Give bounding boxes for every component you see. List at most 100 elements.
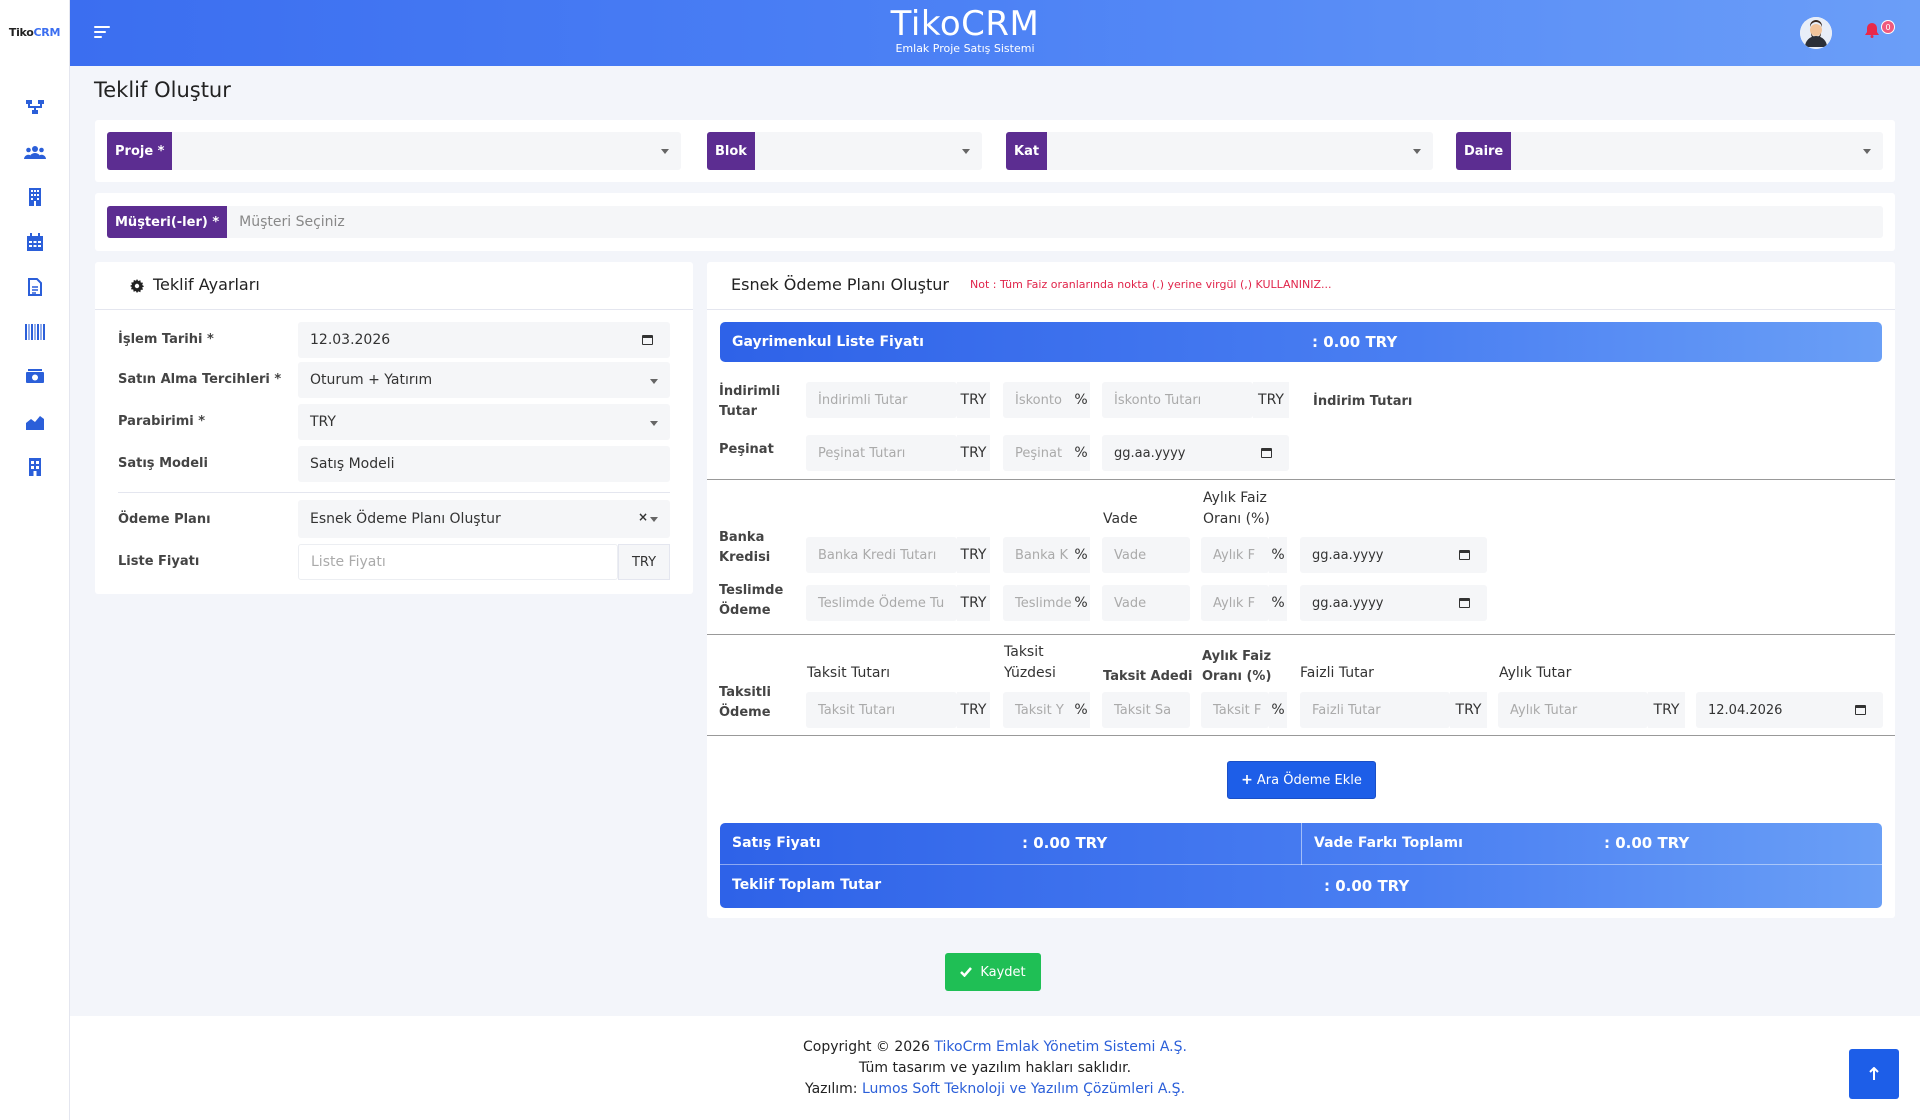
- brand-subtitle: Emlak Proje Satış Sistemi: [895, 42, 1035, 55]
- bell-icon[interactable]: [1864, 22, 1880, 42]
- tikocrm-link[interactable]: TikoCrm Emlak Yönetim Sistemi A.Ş.: [934, 1039, 1187, 1055]
- pesinat-date-input[interactable]: gg.aa.yyyy: [1102, 435, 1289, 471]
- sidebar-logo[interactable]: TikoCRM: [0, 0, 69, 65]
- vade-header: Vade: [1103, 511, 1138, 527]
- parabirimi-select[interactable]: TRY: [298, 404, 670, 440]
- toplam-value: : 0.00 TRY: [1324, 877, 1410, 895]
- calendar-icon[interactable]: [24, 232, 46, 252]
- money-icon[interactable]: [24, 367, 46, 387]
- iskonto-tutar-currency: TRY: [1253, 382, 1289, 418]
- iskonto-pct: %: [1072, 382, 1090, 418]
- faizli-tutar-currency: TRY: [1450, 692, 1487, 728]
- totals-divider: [1301, 823, 1302, 865]
- odeme-plani-label: Ödeme Planı: [118, 512, 211, 527]
- add-interim-payment-button[interactable]: + Ara Ödeme Ekle: [1227, 761, 1376, 799]
- calendar-icon[interactable]: [1459, 550, 1470, 560]
- taksit-adedi-input[interactable]: Taksit Sa: [1102, 692, 1190, 728]
- copyright-text: Copyright © 2026: [803, 1039, 935, 1055]
- liste-fiyati-placeholder: Liste Fiyatı: [311, 554, 386, 570]
- calendar-icon[interactable]: [1459, 598, 1470, 608]
- taksit-date-input[interactable]: 12.04.2026: [1696, 692, 1883, 728]
- scroll-top-button[interactable]: [1849, 1049, 1899, 1099]
- chevron-down-icon: [650, 379, 658, 384]
- calendar-icon[interactable]: [1261, 448, 1272, 458]
- building-icon[interactable]: [24, 187, 46, 207]
- calendar-icon[interactable]: [1855, 705, 1866, 715]
- chevron-down-icon: [1413, 149, 1421, 154]
- avatar[interactable]: [1800, 17, 1832, 49]
- faizli-tutar-input[interactable]: Faizli Tutar: [1300, 692, 1450, 728]
- customer-label: Müşteri(-ler) *: [107, 206, 228, 238]
- islem-tarihi-label: İşlem Tarihi *: [118, 332, 214, 347]
- daire-select[interactable]: Daire: [1456, 132, 1883, 170]
- sitemap-icon[interactable]: [24, 97, 46, 117]
- iskonto-tutar-input[interactable]: İskonto Tutarı: [1102, 382, 1253, 418]
- divider: [95, 309, 693, 310]
- calendar-icon[interactable]: [642, 335, 653, 345]
- teslimde-pct-input[interactable]: Teslimde: [1003, 585, 1074, 621]
- taksit-tutari-input[interactable]: Taksit Tutarı: [806, 692, 957, 728]
- aylik-faiz-header-2: Aylık Faiz Oranı (%): [1202, 649, 1272, 684]
- lumos-link[interactable]: Lumos Soft Teknoloji ve Yazılım Çözümler…: [862, 1081, 1185, 1097]
- pesinat-currency: TRY: [957, 435, 990, 471]
- satin-alma-select[interactable]: Oturum + Yatırım: [298, 362, 670, 398]
- divider: [707, 634, 1895, 635]
- kat-select[interactable]: Kat: [1006, 132, 1433, 170]
- teslimde-date-input[interactable]: gg.aa.yyyy: [1300, 585, 1487, 621]
- flex-plan-note: Not : Tüm Faiz oranlarında nokta (.) yer…: [970, 278, 1332, 291]
- teslimde-faiz-pct: %: [1269, 585, 1287, 621]
- clear-icon[interactable]: ×: [638, 510, 648, 524]
- indirimli-input[interactable]: İndirimli Tutar: [806, 382, 957, 418]
- daire-label: Daire: [1456, 132, 1512, 170]
- customer-input[interactable]: Müşteri Seçiniz: [227, 206, 1883, 238]
- banka-date-input[interactable]: gg.aa.yyyy: [1300, 537, 1487, 573]
- satis-fiyati-value: : 0.00 TRY: [1022, 834, 1108, 852]
- notification-badge: 0: [1881, 20, 1895, 34]
- divider: [707, 309, 1895, 310]
- banka-vade-input[interactable]: Vade: [1102, 537, 1190, 573]
- customer-select[interactable]: Müşteri(-ler) * Müşteri Seçiniz: [107, 206, 1883, 238]
- odeme-plani-select[interactable]: Esnek Ödeme Planı Oluştur ×: [298, 500, 670, 538]
- barcode-icon[interactable]: [24, 322, 46, 342]
- pesinat-pct-input[interactable]: Peşinat: [1003, 435, 1074, 471]
- iskonto-input[interactable]: İskonto: [1003, 382, 1074, 418]
- menu-toggle-icon[interactable]: [94, 26, 110, 41]
- indirimli-label: İndirimli Tutar: [719, 384, 781, 419]
- faizli-tutar-header: Faizli Tutar: [1300, 665, 1374, 681]
- users-icon[interactable]: [23, 142, 46, 162]
- aylik-tutar-input[interactable]: Aylık Tutar: [1498, 692, 1648, 728]
- taksit-yuzdesi-header: Taksit Yüzdesi: [1004, 644, 1056, 681]
- save-button[interactable]: Kaydet: [945, 953, 1041, 991]
- teslimde-faiz-input[interactable]: Aylık F: [1201, 585, 1269, 621]
- blok-select[interactable]: Blok: [707, 132, 982, 170]
- document-icon[interactable]: [24, 277, 46, 297]
- brand-title: TikoCRM: [890, 4, 1040, 44]
- taksit-faiz-input[interactable]: Taksit F: [1201, 692, 1269, 728]
- banka-input[interactable]: Banka Kredi Tutarı: [806, 537, 957, 573]
- banka-faiz-pct: %: [1269, 537, 1287, 573]
- list-price-label: Gayrimenkul Liste Fiyatı: [732, 334, 924, 350]
- add-interim-payment-label: Ara Ödeme Ekle: [1256, 772, 1362, 788]
- taksit-date-value: 12.04.2026: [1708, 702, 1783, 718]
- footer: Copyright © 2026 TikoCrm Emlak Yönetim S…: [70, 1016, 1920, 1120]
- teslimde-date-value: gg.aa.yyyy: [1312, 595, 1384, 611]
- aylik-tutar-currency: TRY: [1648, 692, 1685, 728]
- banka-pct-input[interactable]: Banka K: [1003, 537, 1074, 573]
- teslimde-vade-input[interactable]: Vade: [1102, 585, 1190, 621]
- taksit-yuzdesi-input[interactable]: Taksit Y: [1003, 692, 1074, 728]
- satis-modeli-input[interactable]: Satış Modeli: [298, 446, 670, 482]
- building-alt-icon[interactable]: [24, 457, 46, 477]
- aylik-faiz-header: Aylık Faiz Oranı (%): [1203, 490, 1270, 527]
- proje-select[interactable]: Proje *: [107, 132, 681, 170]
- rights-text: Tüm tasarım ve yazılım hakları saklıdır.: [858, 1060, 1132, 1076]
- liste-fiyati-input[interactable]: Liste Fiyatı: [298, 544, 618, 580]
- taksit-adedi-header: Taksit Adedi: [1103, 669, 1193, 684]
- pesinat-input[interactable]: Peşinat Tutarı: [806, 435, 957, 471]
- teslimde-input[interactable]: Teslimde Ödeme Tu: [806, 585, 957, 621]
- teslimde-pct: %: [1072, 585, 1090, 621]
- list-price-bar: Gayrimenkul Liste Fiyatı : 0.00 TRY: [720, 322, 1882, 362]
- plus-icon: +: [1241, 772, 1253, 788]
- chart-area-icon[interactable]: [24, 412, 46, 432]
- islem-tarihi-input[interactable]: 12.03.2026: [298, 322, 670, 358]
- banka-faiz-input[interactable]: Aylık F: [1201, 537, 1269, 573]
